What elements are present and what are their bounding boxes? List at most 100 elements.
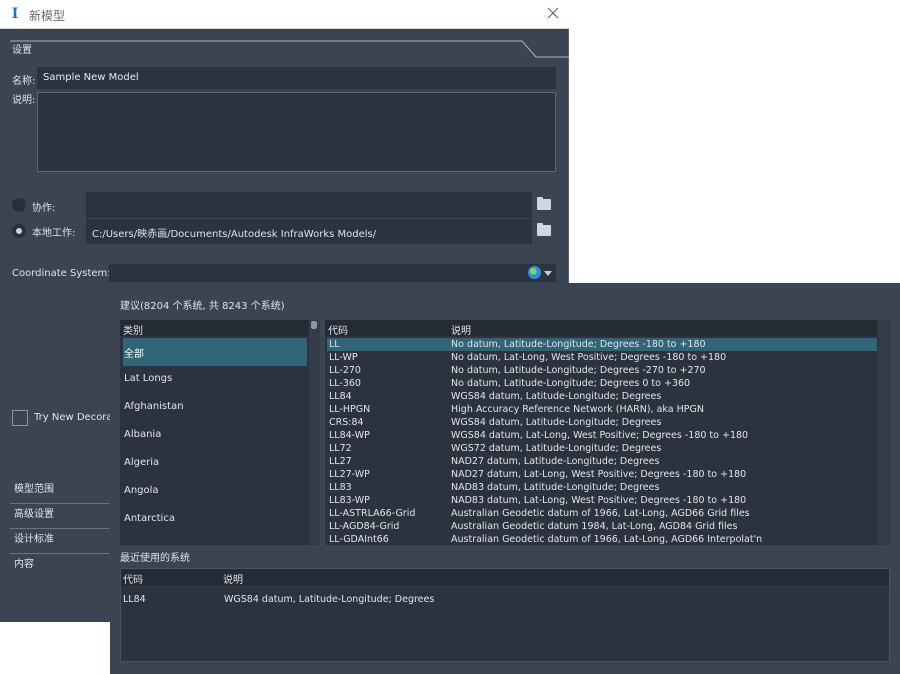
local-folder-icon[interactable]: [537, 223, 551, 236]
table-scrollbar[interactable]: [878, 320, 890, 545]
table-row[interactable]: LL-ASTRLA66-Grid Australian Geodetic datu…: [327, 507, 877, 520]
category-item[interactable]: Angola: [123, 478, 307, 506]
description-column-header[interactable]: 说明: [451, 322, 471, 337]
category-item[interactable]: Albania: [123, 422, 307, 450]
collab-label: 协作:: [32, 203, 56, 214]
row-code: LL-ASTRLA66-Grid: [329, 508, 416, 519]
category-item[interactable]: Lat Longs: [123, 366, 307, 394]
table-row[interactable]: LL-GDAInt66 Australian Geodetic datum of …: [327, 533, 877, 545]
row-code: LL-AGD84-Grid: [329, 521, 400, 532]
try-new-decora-checkbox[interactable]: [12, 410, 28, 426]
category-scroll-thumb[interactable]: [311, 321, 317, 329]
category-item[interactable]: Algeria: [123, 450, 307, 478]
row-description: WGS72 datum, Latitude-Longitude; Degrees: [451, 443, 662, 454]
row-code: LL27-WP: [329, 469, 370, 480]
row-code: LL72: [329, 443, 352, 454]
sidebar-item-content[interactable]: 内容: [14, 555, 34, 570]
sidebar-item-design-standards[interactable]: 设计标准: [14, 530, 54, 545]
title-bar: I 新模型: [0, 0, 569, 29]
divider: [10, 553, 109, 554]
description-label: 说明:: [12, 95, 36, 106]
row-description: WGS84 datum, Lat-Long, West Positive; De…: [451, 430, 749, 441]
row-description: No datum, Latitude-Longitude; Degrees -1…: [451, 339, 706, 350]
table-row[interactable]: LL27-WP NAD27 datum, Lat-Long, West Posit…: [327, 468, 877, 481]
name-input[interactable]: Sample New Model: [37, 67, 556, 89]
row-description: High Accuracy Reference Network (HARN), …: [451, 404, 704, 415]
row-code: LL84: [329, 391, 352, 402]
category-item[interactable]: Antarctica: [123, 506, 307, 534]
table-row[interactable]: LL-WP No datum, Lat-Long, West Positive; …: [327, 351, 877, 364]
table-row[interactable]: LL83 NAD83 datum, Latitude-Longitude; Deg…: [327, 481, 877, 494]
collab-radio[interactable]: [12, 198, 26, 212]
row-code: LL: [329, 339, 340, 350]
row-description: No datum, Latitude-Longitude; Degrees 0 …: [451, 378, 691, 389]
table-header: 代码 说明: [325, 320, 877, 337]
sidebar-item-model-extent[interactable]: 模型范围: [14, 480, 54, 495]
collab-path-input[interactable]: [86, 192, 532, 218]
table-row[interactable]: LL84 WGS84 datum, Latitude-Longitude; Deg…: [327, 390, 877, 403]
table-row[interactable]: LL-HPGN High Accuracy Reference Network (…: [327, 403, 877, 416]
row-code: LL-WP: [329, 352, 358, 363]
row-description: No datum, Latitude-Longitude; Degrees -2…: [451, 365, 706, 376]
recent-systems-table[interactable]: 代码 说明 LL84 WGS84 datum, Latitude-Longitu…: [120, 568, 890, 662]
table-row[interactable]: LL83-WP NAD83 datum, Lat-Long, West Posit…: [327, 494, 877, 507]
collab-folder-icon[interactable]: [537, 197, 551, 210]
table-row[interactable]: LL-AGD84-Grid Australian Geodetic datum 1…: [327, 520, 877, 533]
row-description: NAD83 datum, Lat-Long, West Positive; De…: [451, 495, 747, 506]
infraworks-icon: I: [11, 6, 19, 22]
settings-tab-outline: [10, 40, 569, 58]
coord-system-input[interactable]: [109, 264, 556, 282]
globe-icon[interactable]: [528, 266, 541, 279]
row-code: LL-HPGN: [329, 404, 371, 415]
row-code: LL84: [123, 594, 146, 605]
sidebar-item-advanced[interactable]: 高级设置: [14, 505, 54, 520]
row-code: LL-270: [329, 365, 361, 376]
category-item[interactable]: Afghanistan: [123, 394, 307, 422]
row-description: NAD27 datum, Lat-Long, West Positive; De…: [451, 469, 747, 480]
description-textarea[interactable]: [37, 92, 556, 172]
row-description: WGS84 datum, Latitude-Longitude; Degrees: [451, 391, 662, 402]
table-row[interactable]: LL-360 No datum, Latitude-Longitude; Degr…: [327, 377, 877, 390]
table-row[interactable]: LL27 NAD27 datum, Latitude-Longitude; Deg…: [327, 455, 877, 468]
table-row[interactable]: LL-270 No datum, Latitude-Longitude; Degr…: [327, 364, 877, 377]
suggestions-title: 建议(8204 个系统, 共 8243 个系统): [120, 301, 285, 312]
divider: [10, 503, 109, 504]
local-radio[interactable]: [12, 224, 26, 238]
row-code: LL-360: [329, 378, 361, 389]
row-code: LL84-WP: [329, 430, 370, 441]
row-description: WGS84 datum, Latitude-Longitude; Degrees: [451, 417, 662, 428]
row-code: LL-GDAInt66: [329, 534, 389, 545]
row-code: LL83: [329, 482, 352, 493]
row-description: Australian Geodetic datum 1984, Lat-Long…: [451, 521, 738, 532]
local-path-input[interactable]: C:/Users/映赤画/Documents/Autodesk InfraWor…: [86, 219, 532, 244]
coord-system-table[interactable]: 代码 说明 LL No datum, Latitude-Longitude; De…: [325, 320, 890, 545]
table-row[interactable]: LL84 WGS84 datum, Latitude-Longitude; De…: [121, 593, 889, 606]
close-button[interactable]: [545, 5, 561, 21]
row-description: Australian Geodetic datum of 1966, Lat-L…: [451, 508, 750, 519]
category-scrollbar[interactable]: [309, 320, 320, 545]
code-column-header[interactable]: 代码: [328, 322, 348, 337]
category-item[interactable]: 全部: [123, 338, 307, 366]
dialog-title: 新模型: [29, 9, 66, 23]
description-column-header[interactable]: 说明: [223, 571, 243, 586]
code-column-header[interactable]: 代码: [123, 571, 143, 586]
row-description: NAD27 datum, Latitude-Longitude; Degrees: [451, 456, 660, 467]
table-header: 代码 说明: [121, 569, 889, 586]
chevron-down-icon[interactable]: [544, 271, 552, 276]
divider: [10, 528, 109, 529]
tab-settings[interactable]: 设置: [12, 41, 32, 56]
table-row[interactable]: LL84-WP WGS84 datum, Lat-Long, West Posit…: [327, 429, 877, 442]
table-row[interactable]: LL No datum, Latitude-Longitude; Degrees …: [327, 338, 877, 351]
coord-system-label: Coordinate System:: [12, 268, 111, 279]
row-code: CRS:84: [329, 417, 364, 428]
close-icon: [547, 7, 559, 19]
row-description: No datum, Lat-Long, West Positive; Degre…: [451, 352, 727, 363]
category-list[interactable]: 类别 全部 Lat Longs Afghanistan Albania Alge…: [120, 320, 320, 545]
recent-systems-title: 最近使用的系统: [120, 553, 190, 564]
table-row[interactable]: LL72 WGS72 datum, Latitude-Longitude; Deg…: [327, 442, 877, 455]
local-label: 本地工作:: [32, 228, 76, 239]
try-new-decora-label: Try New Decora: [34, 412, 113, 423]
name-label: 名称:: [12, 76, 36, 87]
table-row[interactable]: CRS:84 WGS84 datum, Latitude-Longitude; D…: [327, 416, 877, 429]
row-description: NAD83 datum, Latitude-Longitude; Degrees: [451, 482, 660, 493]
